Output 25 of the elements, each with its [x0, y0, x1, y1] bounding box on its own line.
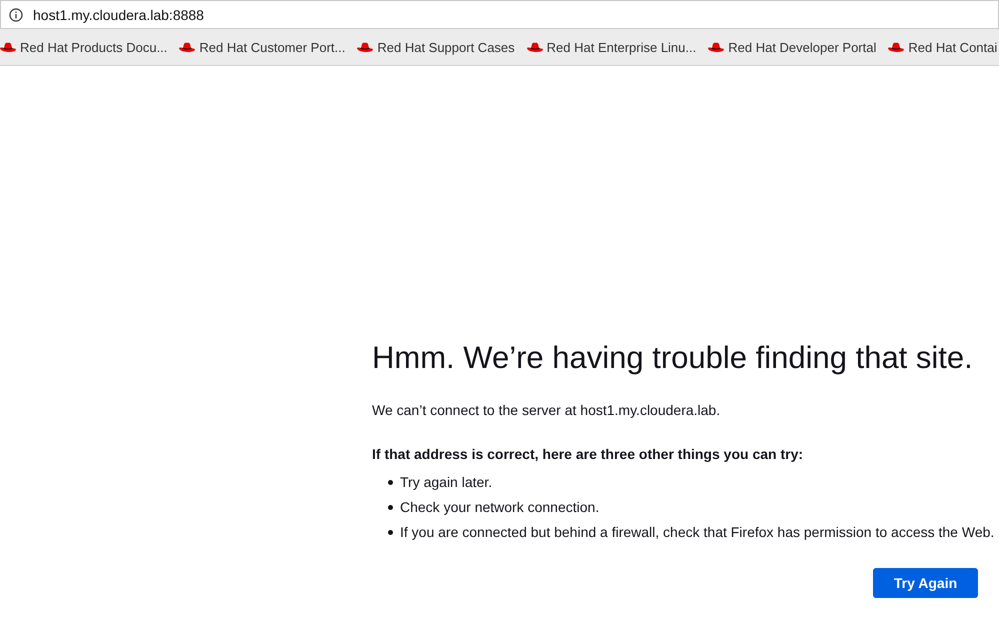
- address-bar[interactable]: host1.my.cloudera.lab:8888: [0, 0, 999, 29]
- suggestion-text: Check your network connection.: [400, 499, 600, 515]
- bookmark[interactable]: Red Hat Products Docu...: [0, 40, 168, 54]
- error-message: We can’t connect to the server at host1.my.cloudera.lab.: [372, 402, 722, 418]
- bullet-icon: [388, 504, 393, 510]
- bullet-icon: [388, 530, 393, 534]
- hat-icon: [179, 42, 196, 52]
- bookmark[interactable]: Red Hat Enterprise Linu...: [526, 40, 696, 54]
- try-again-button[interactable]: Try Again: [873, 568, 978, 598]
- hat-icon: [357, 42, 374, 52]
- bookmark[interactable]: Red Hat Support Cases: [357, 40, 515, 54]
- info-icon[interactable]: [9, 8, 23, 22]
- hat-icon: [526, 42, 543, 52]
- suggestions-heading: If that address is correct, here are three other things you can try:: [372, 446, 804, 462]
- hat-icon: [0, 42, 16, 52]
- bookmark[interactable]: Red Hat Contai: [888, 40, 998, 54]
- bullet-icon: [388, 480, 393, 484]
- bookmark[interactable]: Red Hat Customer Port...: [179, 40, 346, 54]
- hat-icon: [888, 42, 904, 52]
- bookmark[interactable]: Red Hat Developer Portal: [708, 40, 876, 54]
- error-title: Hmm. We’re having trouble finding that site.: [372, 340, 974, 376]
- url-text: host1.my.cloudera.lab:8888: [33, 6, 204, 22]
- hat-icon: [708, 42, 724, 52]
- suggestion-text: Try again later.: [400, 474, 492, 490]
- suggestion-text: If you are connected but behind a firewall, check that Firefox has permission to access the Web.: [400, 524, 994, 540]
